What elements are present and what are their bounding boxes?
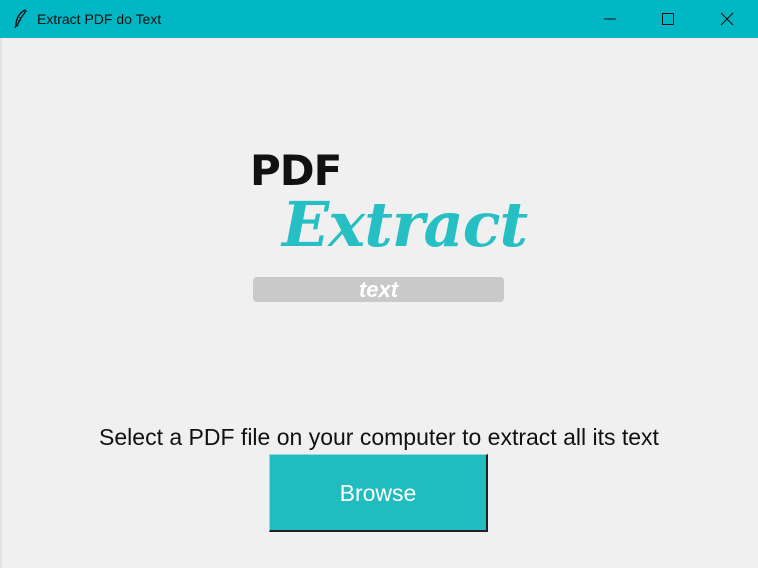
window-title: Extract PDF do Text (37, 11, 162, 27)
title-bar[interactable]: Extract PDF do Text (0, 0, 758, 38)
close-icon (720, 12, 734, 26)
close-button[interactable] (699, 0, 757, 38)
window-border (0, 38, 2, 568)
logo-text-bar: text (253, 277, 504, 302)
logo-text-word: text (358, 277, 399, 302)
app-window: Extract PDF do Text PDF Extract text Sel… (0, 0, 758, 568)
logo-extract-word: Extract (282, 188, 528, 261)
browse-button[interactable]: Browse (269, 454, 488, 532)
maximize-icon (662, 13, 674, 25)
maximize-button[interactable] (640, 0, 698, 38)
instruction-text: Select a PDF file on your computer to ex… (99, 424, 659, 450)
minimize-icon (604, 18, 616, 20)
minimize-button[interactable] (582, 0, 640, 38)
feather-icon (13, 9, 29, 29)
app-logo: PDF Extract text (248, 145, 528, 307)
